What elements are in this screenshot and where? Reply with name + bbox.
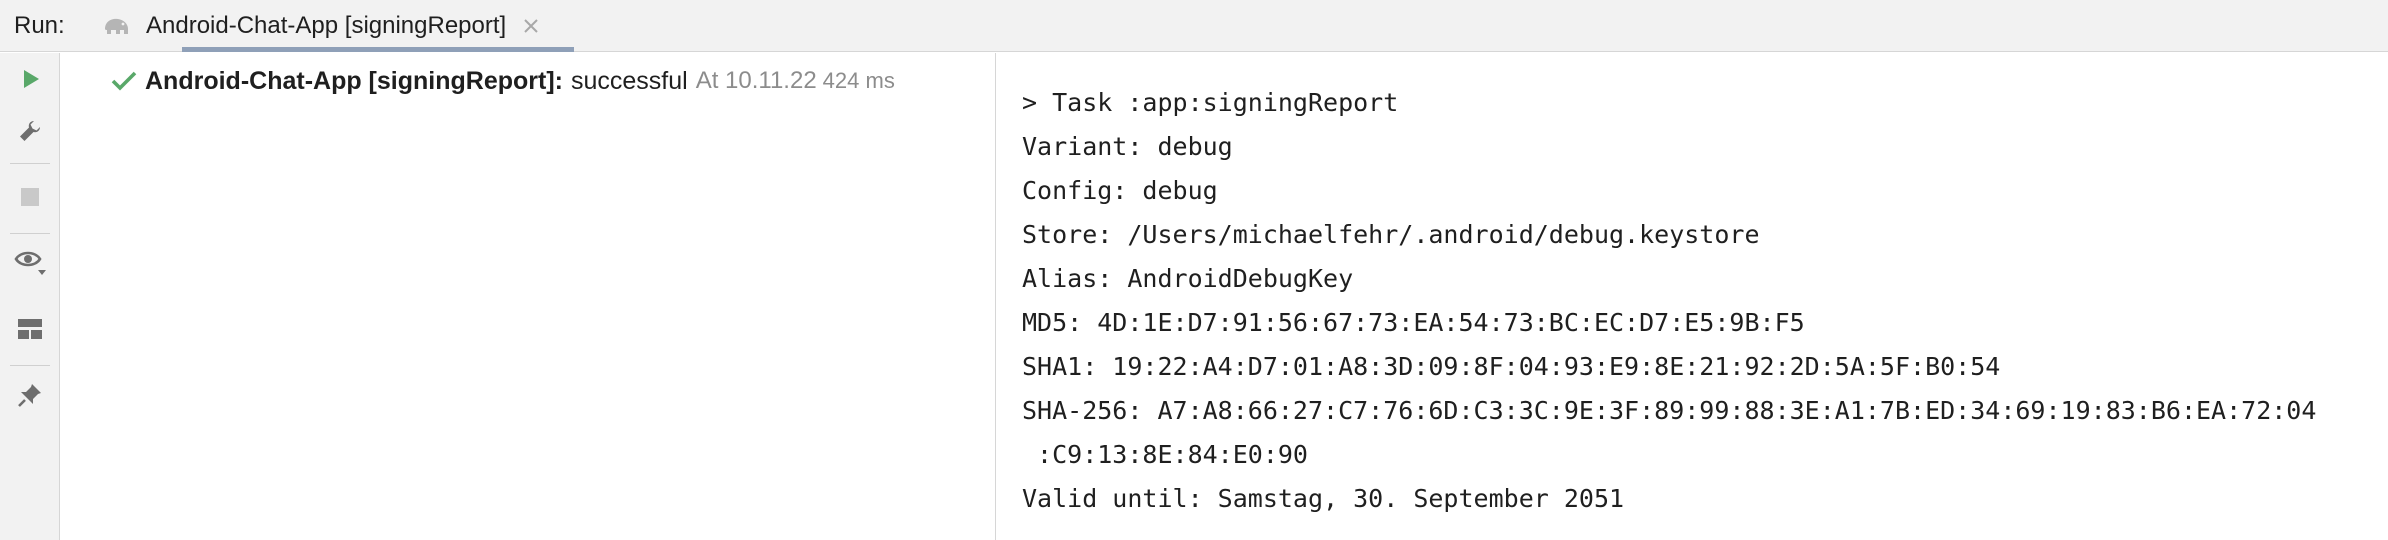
- console-output[interactable]: > Task :app:signingReport Variant: debug…: [997, 53, 2388, 540]
- run-tab-title: Android-Chat-App [signingReport]: [146, 11, 507, 39]
- play-icon: [18, 67, 42, 96]
- tree-node-status: successful: [570, 66, 688, 95]
- run-tab-bar: Run: Android-Chat-App [signingReport]: [0, 0, 2388, 52]
- view-options-button[interactable]: [14, 249, 46, 281]
- active-tab-underline: [182, 46, 575, 52]
- toolbar-separator: [10, 163, 50, 164]
- eye-icon: [14, 248, 46, 283]
- layout-icon: [17, 318, 43, 345]
- build-settings-button[interactable]: [14, 117, 46, 149]
- stop-button[interactable]: [14, 183, 46, 215]
- console-line: SHA-256: A7:A8:66:27:C7:76:6D:C3:3C:9E:3…: [1022, 396, 2317, 425]
- close-icon[interactable]: [522, 17, 540, 35]
- console-line: Store: /Users/michaelfehr/.android/debug…: [1022, 220, 1760, 249]
- build-tree-panel: Android-Chat-App [signingReport]: succes…: [61, 53, 996, 540]
- gradle-elephant-icon: [102, 15, 132, 37]
- console-line: SHA1: 19:22:A4:D7:01:A8:3D:09:8F:04:93:E…: [1022, 352, 2001, 381]
- pin-tab-button[interactable]: [14, 381, 46, 413]
- console-line: Valid until: Samstag, 30. September 2051: [1022, 484, 1625, 513]
- console-line: Config: debug: [1022, 176, 1218, 205]
- tree-node-signing-report[interactable]: Android-Chat-App [signingReport]: succes…: [111, 61, 895, 101]
- console-line: Variant: debug: [1022, 132, 1233, 161]
- wrench-icon: [17, 118, 43, 149]
- pin-icon: [17, 382, 43, 413]
- console-line: > Task :app:signingReport: [1022, 88, 1399, 117]
- console-line: Alias: AndroidDebugKey: [1022, 264, 1354, 293]
- rerun-button[interactable]: [14, 65, 46, 97]
- run-toolbar: [0, 53, 60, 540]
- console-line: :C9:13:8E:84:E0:90: [1022, 440, 1308, 469]
- tree-node-duration: 424 ms: [822, 68, 895, 93]
- console-line: MD5: 4D:1E:D7:91:56:67:73:EA:54:73:BC:EC…: [1022, 308, 1805, 337]
- layout-button[interactable]: [14, 315, 46, 347]
- run-label: Run:: [14, 11, 65, 39]
- tree-node-name: Android-Chat-App [signingReport]:: [145, 66, 563, 95]
- stop-icon: [19, 186, 41, 213]
- run-tab-signing-report[interactable]: Android-Chat-App [signingReport]: [102, 0, 575, 52]
- checkmark-icon: [111, 70, 137, 92]
- toolbar-separator: [10, 233, 50, 234]
- toolbar-separator: [10, 365, 50, 366]
- console-lines: > Task :app:signingReport Variant: debug…: [1022, 81, 2316, 521]
- tree-node-timestamp: At 10.11.22: [695, 67, 817, 94]
